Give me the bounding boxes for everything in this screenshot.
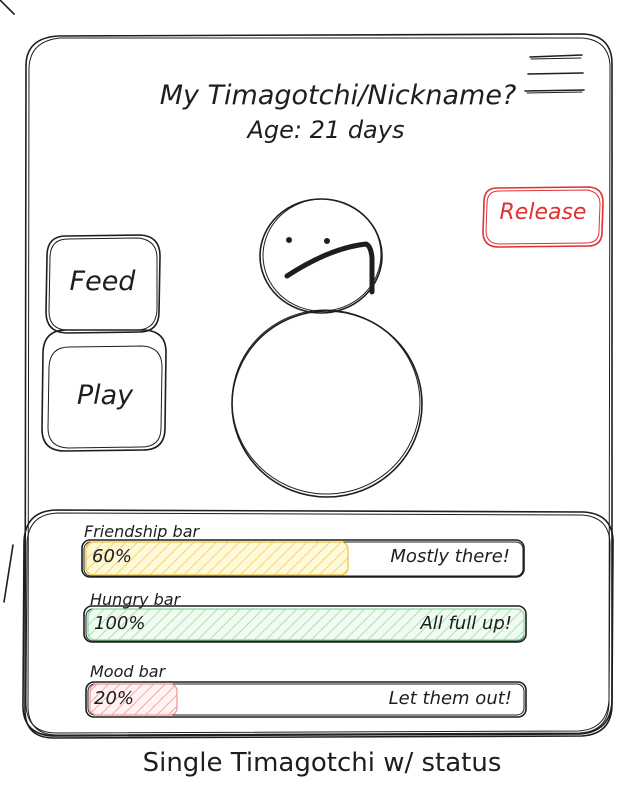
mood-bar-status: Let them out! <box>388 688 512 709</box>
hungry-bar-percent: 100% <box>94 613 146 634</box>
diagram-caption: Single Timagotchi w/ status <box>142 748 502 778</box>
friendship-bar-percent: 60% <box>92 546 133 567</box>
mood-bar-name: Mood bar <box>90 662 166 681</box>
play-button[interactable]: Play <box>46 380 164 411</box>
friendship-bar-name: Friendship bar <box>84 522 200 541</box>
feed-button[interactable]: Feed <box>45 266 160 297</box>
stray-mark-top <box>0 0 15 15</box>
mood-bar-percent: 20% <box>94 688 135 709</box>
friendship-bar-status: Mostly there! <box>390 546 510 567</box>
hungry-bar-status: All full up! <box>420 613 512 634</box>
stray-mark-left <box>3 544 14 603</box>
release-button[interactable]: Release <box>484 200 602 225</box>
pet-age: Age: 21 days <box>247 116 405 144</box>
hamburger-menu-button[interactable] <box>524 50 584 96</box>
hungry-bar-name: Hungry bar <box>90 590 181 609</box>
pet-sad-face-icon <box>284 237 375 295</box>
